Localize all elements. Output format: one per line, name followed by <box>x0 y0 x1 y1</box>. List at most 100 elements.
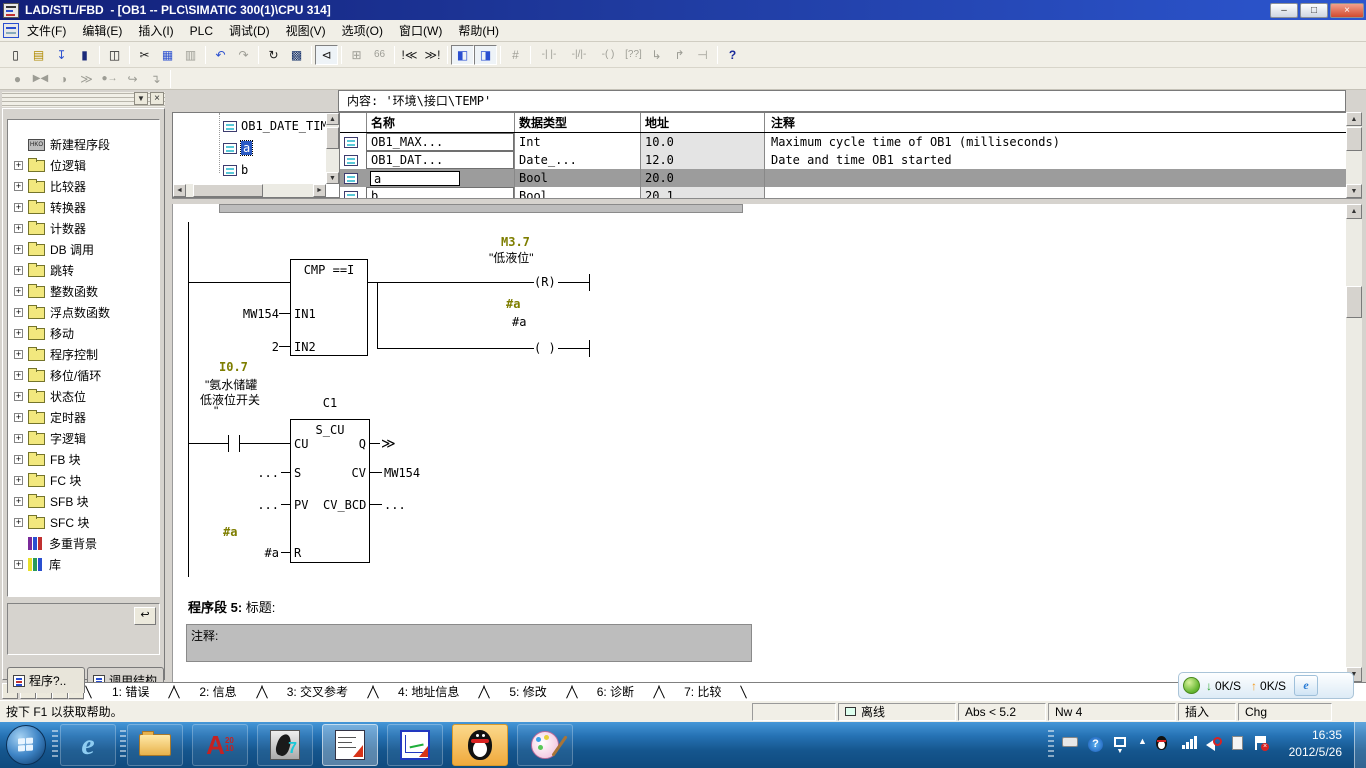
cut-icon[interactable]: ✂ <box>133 45 156 65</box>
symbol-info-icon[interactable]: ⊞ <box>345 45 368 65</box>
taskbar-s7-chart-button[interactable] <box>387 724 443 766</box>
tab-errors[interactable]: 1: 错误 <box>94 683 167 700</box>
start-button[interactable] <box>6 725 46 765</box>
find-icon[interactable]: 66 <box>368 45 391 65</box>
tree-item-fc-blocks[interactable]: +FC 块 <box>8 470 159 491</box>
scroll-down-button[interactable]: ▼ <box>326 172 339 184</box>
expand-icon[interactable]: + <box>14 308 23 317</box>
scroll-thumb[interactable] <box>1346 127 1362 151</box>
scroll-up-button[interactable]: ▲ <box>326 113 339 125</box>
monitor-icon[interactable]: ▩ <box>285 45 308 65</box>
taskbar-lad-editor-button[interactable] <box>322 724 378 766</box>
expand-icon[interactable]: + <box>14 371 23 380</box>
scroll-thumb[interactable] <box>193 184 263 197</box>
tray-clipboard-icon[interactable] <box>1232 736 1243 753</box>
new-document-icon[interactable]: ▯ <box>4 45 27 65</box>
table-row[interactable]: OB1_DAT... Date_... 12.0 Date and time O… <box>340 151 1346 169</box>
expand-icon[interactable]: + <box>14 455 23 464</box>
tree-item-comparator[interactable]: +比较器 <box>8 176 159 197</box>
tab-comparison[interactable]: 7: 比较 <box>666 683 739 700</box>
bowtie-icon[interactable]: ▶◀ <box>29 69 52 89</box>
scroll-up-button[interactable]: ▲ <box>1346 112 1362 126</box>
tree-item-move[interactable]: +移动 <box>8 323 159 344</box>
taskbar-autocad-button[interactable]: A2010 <box>192 724 248 766</box>
tab-cross-reference[interactable]: 3: 交叉参考 <box>269 683 366 700</box>
counter-cvbcd-operand[interactable]: ... <box>384 498 406 512</box>
expand-icon[interactable]: + <box>14 266 23 275</box>
expand-icon[interactable]: + <box>14 161 23 170</box>
contact-open[interactable] <box>228 435 229 452</box>
expand-icon[interactable]: + <box>14 434 23 443</box>
tab-diagnostics[interactable]: 6: 诊断 <box>579 683 652 700</box>
download-icon[interactable]: ↧ <box>50 45 73 65</box>
declaration-tree-item[interactable]: b <box>223 161 248 179</box>
circle-half-icon[interactable]: ◑ <box>52 69 75 89</box>
counter-pv-operand[interactable]: ... <box>243 498 279 512</box>
tree-item-program-control[interactable]: +程序控制 <box>8 344 159 365</box>
tree-item-shift-rotate[interactable]: +移位/循环 <box>8 365 159 386</box>
column-name[interactable]: 名称 <box>366 113 514 132</box>
dot-icon[interactable]: ● <box>6 69 29 89</box>
tree-item-word-logic[interactable]: +字逻辑 <box>8 428 159 449</box>
close-button[interactable]: × <box>1330 3 1364 18</box>
tray-action-center-icon[interactable]: × <box>1254 736 1268 753</box>
declaration-tree-vscrollbar[interactable]: ▲ ▼ <box>326 113 339 184</box>
menu-help[interactable]: 帮助(H) <box>450 20 507 42</box>
coil-icon[interactable]: -( ) <box>594 45 622 65</box>
taskbar-explorer-button[interactable] <box>127 724 183 766</box>
network-speed-widget[interactable]: ↓ 0K/S ↑ 0K/S e <box>1178 672 1354 699</box>
branch-arrow-icon[interactable]: ↪ <box>121 69 144 89</box>
expand-icon[interactable]: + <box>14 392 23 401</box>
tree-item-sfb-blocks[interactable]: +SFB 块 <box>8 491 159 512</box>
copy-icon[interactable]: ▦ <box>156 45 179 65</box>
menu-window[interactable]: 窗口(W) <box>391 20 450 42</box>
expand-icon[interactable]: + <box>14 476 23 485</box>
table-row-selected[interactable]: a Bool 20.0 <box>340 169 1346 187</box>
tray-qq-icon[interactable] <box>1156 736 1167 753</box>
contact-nc-icon[interactable]: -|/|- <box>564 45 594 65</box>
save-icon[interactable]: ▮ <box>73 45 96 65</box>
menu-file[interactable]: 文件(F) <box>19 20 74 42</box>
tray-help-icon[interactable]: ? <box>1088 736 1103 752</box>
previous-error-icon[interactable]: !≪ <box>398 45 421 65</box>
tab-modify[interactable]: 5: 修改 <box>491 683 564 700</box>
ladder-editor[interactable]: CMP ==I MW154 IN1 2 IN2 M3.7 "低液位" (R) #… <box>172 204 1346 682</box>
expand-icon[interactable]: + <box>14 224 23 233</box>
counter-q-open-connector[interactable]: ≫ <box>381 436 396 452</box>
expand-icon[interactable]: + <box>14 413 23 422</box>
menu-debug[interactable]: 调试(D) <box>221 20 278 42</box>
output-coil[interactable]: ( ) <box>534 341 556 355</box>
double-chevron-icon[interactable]: ≫ <box>75 69 98 89</box>
tree-item-fb-blocks[interactable]: +FB 块 <box>8 449 159 470</box>
paste-icon[interactable]: ▥ <box>179 45 202 65</box>
scroll-up-button[interactable]: ▲ <box>1346 204 1362 219</box>
tray-network-icon[interactable] <box>1182 736 1197 752</box>
open-branch-icon[interactable]: ↳ <box>645 45 668 65</box>
tray-window-icon[interactable]: ▼ <box>1114 736 1126 754</box>
expand-icon[interactable]: + <box>14 350 23 359</box>
tray-volume-muted-icon[interactable] <box>1206 736 1222 752</box>
tree-item-sfc-blocks[interactable]: +SFC 块 <box>8 512 159 533</box>
table-row[interactable]: OB1_MAX... Int 10.0 Maximum cycle time o… <box>340 133 1346 151</box>
declaration-tree-item-selected[interactable]: a <box>223 139 252 157</box>
expand-icon[interactable]: + <box>14 560 23 569</box>
expand-icon[interactable]: + <box>14 245 23 254</box>
tray-keyboard-icon[interactable] <box>1062 736 1078 750</box>
network5-comment-box[interactable]: 注释: <box>186 624 752 662</box>
security-ball-icon[interactable] <box>1183 677 1200 694</box>
table-row[interactable]: b Bool 20.1 <box>340 187 1346 198</box>
expand-icon[interactable]: + <box>14 518 23 527</box>
taskbar-clock[interactable]: 16:35 2012/5/26 <box>1289 727 1342 761</box>
close-branch-icon[interactable]: ↱ <box>668 45 691 65</box>
counter-s-operand[interactable]: ... <box>243 466 279 480</box>
expand-icon[interactable]: + <box>14 287 23 296</box>
tree-item-multi-instance[interactable]: 多重背景 <box>8 533 159 554</box>
ie-shortcut-icon[interactable]: e <box>1294 675 1318 696</box>
open-icon[interactable]: ▤ <box>27 45 50 65</box>
tree-item-integer-math[interactable]: +整数函数 <box>8 281 159 302</box>
restore-button[interactable]: □ <box>1300 3 1328 18</box>
tree-item-db-call[interactable]: +DB 调用 <box>8 239 159 260</box>
scroll-thumb[interactable] <box>326 127 339 149</box>
new-network-icon[interactable]: # <box>504 45 527 65</box>
expand-icon[interactable]: + <box>14 182 23 191</box>
